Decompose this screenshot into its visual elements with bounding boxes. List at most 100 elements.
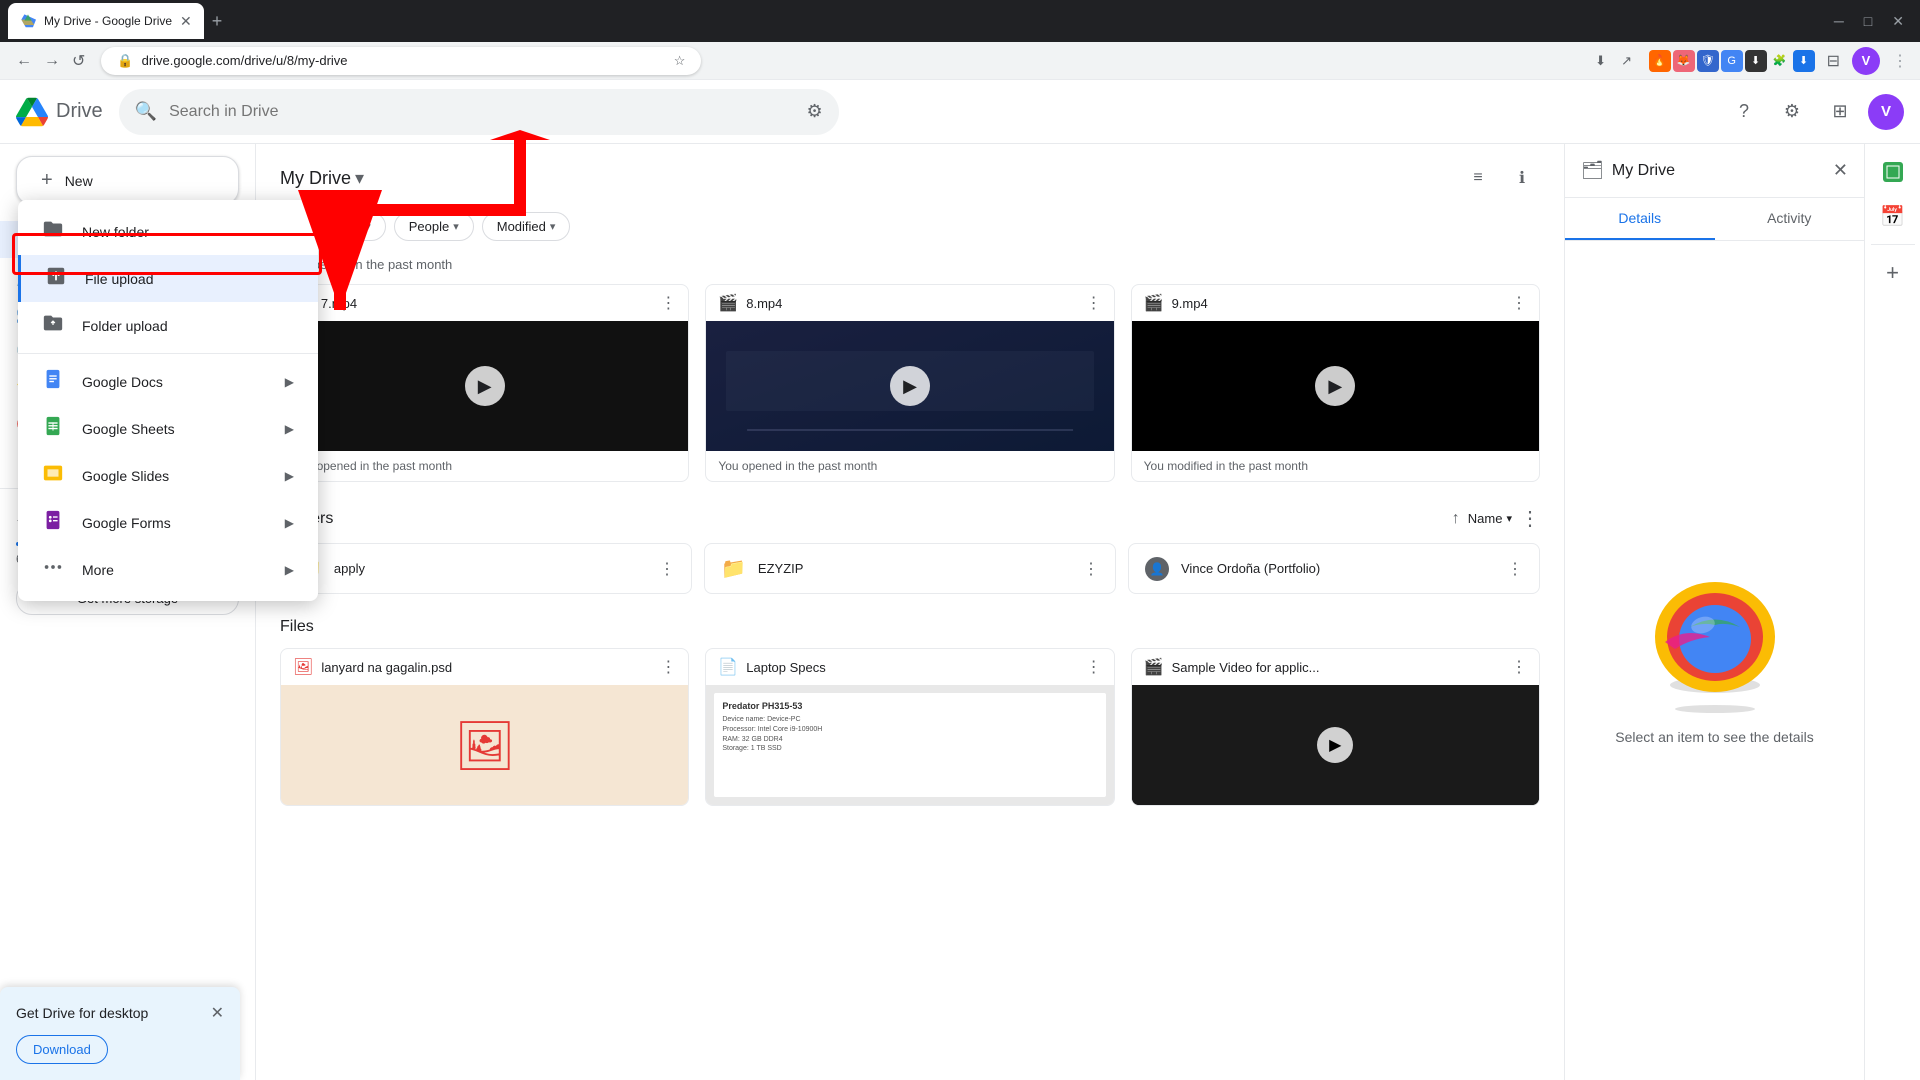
breadcrumb-dropdown[interactable]: ▾ xyxy=(355,168,364,189)
new-button[interactable]: + New xyxy=(16,156,239,205)
share-icon[interactable]: ↗ xyxy=(1617,51,1637,71)
tab-details[interactable]: Details xyxy=(1565,198,1715,240)
folder-apply[interactable]: 📁 apply ⋮ xyxy=(280,543,692,594)
new-folder-icon xyxy=(42,218,66,245)
file-psd[interactable]: 🖼 lanyard na gagalin.psd ⋮ 🖼 xyxy=(280,648,689,806)
folders-more-btn[interactable]: ⋮ xyxy=(1520,506,1540,531)
folder-more-ezyzip[interactable]: ⋮ xyxy=(1083,559,1099,579)
suggested-files-grid: 🎬 7.mp4 ⋮ ▶ You opened in the past month… xyxy=(280,284,1540,482)
dropdown-menu: New folder File upload Folder upload Goo… xyxy=(18,200,318,601)
info-btn[interactable]: ℹ xyxy=(1504,160,1540,196)
search-input[interactable] xyxy=(169,103,794,121)
folder-name-ezyzip: EZYZIP xyxy=(758,561,1071,576)
app-icon-calendar[interactable]: 📅 xyxy=(1873,196,1913,236)
ext-1[interactable]: 🔥 xyxy=(1649,50,1671,72)
new-tab-btn[interactable]: + xyxy=(208,7,227,36)
google-forms-icon xyxy=(42,509,66,536)
sidebar-toggle[interactable]: ⊟ xyxy=(1827,51,1840,71)
notif-download-btn[interactable]: Download xyxy=(16,1035,108,1064)
sort-controls: ↑ Name ▾ ⋮ xyxy=(1452,506,1540,531)
play-btn-7[interactable]: ▶ xyxy=(465,366,505,406)
file-card-8mp4[interactable]: 🎬 8.mp4 ⋮ ▶ You opened in the past month xyxy=(705,284,1114,482)
search-bar[interactable]: 🔍 ⚙ xyxy=(119,89,839,135)
url-bar[interactable]: 🔒 drive.google.com/drive/u/8/my-drive ☆ xyxy=(101,47,701,75)
file-card-9mp4[interactable]: 🎬 9.mp4 ⋮ ▶ You modified in the past mon… xyxy=(1131,284,1540,482)
back-btn[interactable]: ← xyxy=(12,48,36,74)
file-card-7mp4[interactable]: 🎬 7.mp4 ⋮ ▶ You opened in the past month xyxy=(280,284,689,482)
close-btn[interactable]: ✕ xyxy=(1884,9,1912,34)
file-doc[interactable]: 📄 Laptop Specs ⋮ Predator PH315-53 Devic… xyxy=(705,648,1114,806)
tab-activity[interactable]: Activity xyxy=(1715,198,1865,240)
minimize-btn[interactable]: ─ xyxy=(1826,9,1852,33)
help-btn[interactable]: ? xyxy=(1724,92,1764,132)
more-options-btn[interactable]: ⋮ xyxy=(1892,51,1908,71)
drive-logo[interactable]: Drive xyxy=(16,96,103,128)
ext-dl[interactable]: ⬇ xyxy=(1793,50,1815,72)
notif-close-btn[interactable]: ✕ xyxy=(211,1003,224,1023)
google-docs-icon xyxy=(42,368,66,395)
dropdown-google-slides[interactable]: Google Slides ▶ xyxy=(18,452,318,499)
google-sheets-label: Google Sheets xyxy=(82,421,175,437)
folder-ezyzip[interactable]: 📁 EZYZIP ⋮ xyxy=(704,543,1116,594)
dropdown-divider-1 xyxy=(18,353,318,354)
new-folder-label: New folder xyxy=(82,224,149,240)
file-more-8[interactable]: ⋮ xyxy=(1086,293,1102,313)
main-content: My Drive ▾ ≡ ℹ ✕ Type ▾ People ▾ xyxy=(256,144,1564,1080)
apps-btn[interactable]: ⊞ xyxy=(1820,92,1860,132)
folder-more-apply[interactable]: ⋮ xyxy=(659,559,675,579)
psd-more[interactable]: ⋮ xyxy=(660,657,676,677)
dropdown-file-upload[interactable]: File upload xyxy=(18,255,318,302)
modified-filter[interactable]: Modified ▾ xyxy=(482,212,571,241)
ext-puzzle[interactable]: 🧩 xyxy=(1769,50,1791,72)
right-panel-close-btn[interactable]: ✕ xyxy=(1833,160,1848,181)
search-filter-icon[interactable]: ⚙ xyxy=(807,101,823,122)
sort-name-btn[interactable]: Name ▾ xyxy=(1468,511,1512,526)
doc-more[interactable]: ⋮ xyxy=(1086,657,1102,677)
file-card-9-header: 🎬 9.mp4 ⋮ xyxy=(1132,285,1539,321)
filter-chips: ✕ Type ▾ People ▾ Modified ▾ xyxy=(280,212,1540,241)
people-filter[interactable]: People ▾ xyxy=(394,212,474,241)
dropdown-google-forms[interactable]: Google Forms ▶ xyxy=(18,499,318,546)
sort-arrow: ▾ xyxy=(1506,512,1512,525)
ext-5[interactable]: ⬇ xyxy=(1745,50,1767,72)
refresh-btn[interactable]: ↺ xyxy=(68,47,89,75)
list-view-btn[interactable]: ≡ xyxy=(1460,160,1496,196)
doc-icon: 📄 xyxy=(718,657,738,677)
sort-direction-btn[interactable]: ↑ xyxy=(1452,510,1460,528)
modified-filter-label: Modified xyxy=(497,219,546,234)
file-upload-label: File upload xyxy=(85,271,154,287)
right-panel: 🗂 My Drive ✕ Details Activity xyxy=(1564,144,1864,1080)
dropdown-new-folder[interactable]: New folder xyxy=(18,208,318,255)
right-panel-tabs: Details Activity xyxy=(1565,198,1864,241)
folder-portfolio[interactable]: 👤 Vince Ordoña (Portfolio) ⋮ xyxy=(1128,543,1540,594)
psd-thumb: 🖼 xyxy=(281,685,688,805)
ext-2[interactable]: 🦊 xyxy=(1673,50,1695,72)
file-more-9[interactable]: ⋮ xyxy=(1511,293,1527,313)
type-filter[interactable]: Type ▾ xyxy=(318,212,386,241)
right-panel-title: My Drive xyxy=(1612,162,1825,180)
dropdown-google-docs[interactable]: Google Docs ▶ xyxy=(18,358,318,405)
maximize-btn[interactable]: □ xyxy=(1856,9,1880,33)
file-more-7[interactable]: ⋮ xyxy=(660,293,676,313)
settings-btn[interactable]: ⚙ xyxy=(1772,92,1812,132)
browser-profile-avatar[interactable]: V xyxy=(1852,47,1880,75)
forward-btn[interactable]: → xyxy=(40,48,64,74)
file-sample-video[interactable]: 🎬 Sample Video for applic... ⋮ ▶ xyxy=(1131,648,1540,806)
dropdown-more[interactable]: More ▶ xyxy=(18,546,318,593)
sample-video-more[interactable]: ⋮ xyxy=(1511,657,1527,677)
play-btn-8[interactable]: ▶ xyxy=(890,366,930,406)
dropdown-google-sheets[interactable]: Google Sheets ▶ xyxy=(18,405,318,452)
ext-4[interactable]: G xyxy=(1721,50,1743,72)
dropdown-folder-upload[interactable]: Folder upload xyxy=(18,302,318,349)
google-slides-icon xyxy=(42,462,66,489)
tab-close-btn[interactable]: ✕ xyxy=(180,13,192,30)
active-tab[interactable]: My Drive - Google Drive ✕ xyxy=(8,3,204,39)
user-avatar[interactable]: V xyxy=(1868,94,1904,130)
more-arrow: ▶ xyxy=(285,563,294,577)
app-icon-plus[interactable]: + xyxy=(1873,253,1913,293)
app-icon-sheets[interactable] xyxy=(1873,152,1913,192)
download-icon[interactable]: ⬇ xyxy=(1591,51,1611,71)
ext-3[interactable]: 🛡 xyxy=(1697,50,1719,72)
right-panel-header: 🗂 My Drive ✕ xyxy=(1565,144,1864,198)
folder-more-portfolio[interactable]: ⋮ xyxy=(1507,559,1523,579)
